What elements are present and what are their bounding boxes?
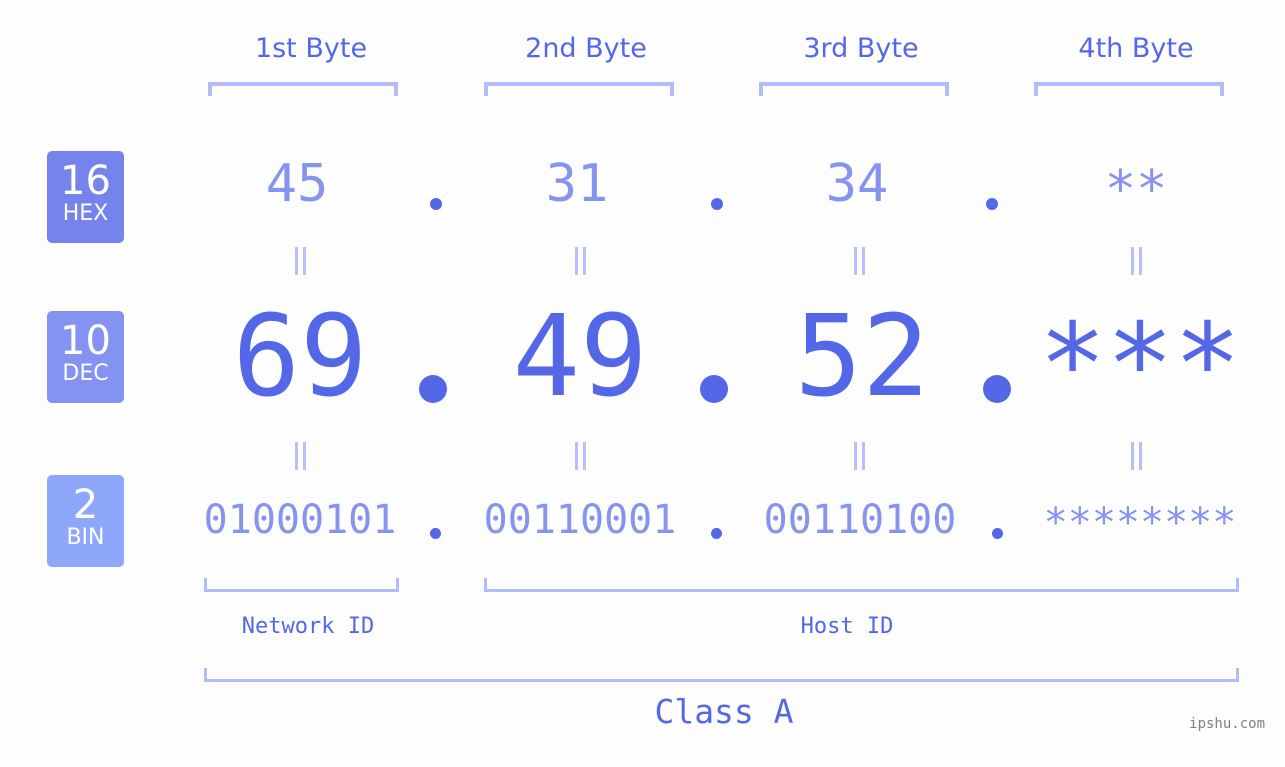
bracket-3rd-byte <box>759 82 949 96</box>
hex-badge-label: HEX <box>62 201 109 226</box>
header-2nd-byte: 2nd Byte <box>525 33 647 64</box>
host-id-bracket <box>484 578 1239 592</box>
equals-icon <box>852 442 866 470</box>
bin-byte-1: 01000101 <box>203 497 397 543</box>
bin-byte-3: 00110100 <box>763 497 957 543</box>
hex-byte-1: 45 <box>265 154 329 214</box>
header-3rd-byte: 3rd Byte <box>803 33 919 64</box>
hex-byte-3: 34 <box>825 154 889 214</box>
bin-dot-3 <box>992 528 1003 539</box>
hex-dot-1 <box>430 198 442 210</box>
equals-icon <box>573 247 587 275</box>
equals-icon <box>1129 442 1143 470</box>
bracket-2nd-byte <box>484 82 674 96</box>
header-1st-byte: 1st Byte <box>254 33 368 64</box>
bin-dot-2 <box>711 528 722 539</box>
dec-badge-label: DEC <box>62 361 109 386</box>
watermark: ipshu.com <box>1189 716 1265 732</box>
class-label: Class A <box>654 692 794 731</box>
hex-dot-3 <box>986 198 998 210</box>
bin-dot-1 <box>430 528 441 539</box>
equals-icon <box>293 247 307 275</box>
dec-byte-2: 49 <box>512 292 648 422</box>
class-bracket <box>204 668 1239 682</box>
dec-byte-4: *** <box>1038 300 1242 430</box>
hex-byte-4: ** <box>1104 160 1168 220</box>
dec-dot-1 <box>419 375 447 403</box>
header-4th-byte: 4th Byte <box>1078 33 1194 64</box>
bracket-1st-byte <box>208 82 398 96</box>
network-id-bracket <box>204 578 399 592</box>
hex-dot-2 <box>711 198 723 210</box>
dec-byte-3: 52 <box>794 292 930 422</box>
equals-icon <box>1129 247 1143 275</box>
bracket-4th-byte <box>1034 82 1224 96</box>
bin-badge: 2 BIN <box>47 475 124 567</box>
hex-badge-number: 16 <box>60 158 111 204</box>
equals-icon <box>852 247 866 275</box>
bin-badge-number: 2 <box>72 482 99 528</box>
dec-dot-3 <box>983 375 1011 403</box>
hex-badge: 16 HEX <box>47 151 124 243</box>
bin-badge-label: BIN <box>66 525 105 550</box>
hex-byte-2: 31 <box>545 154 609 214</box>
host-id-label: Host ID <box>800 614 894 639</box>
equals-icon <box>573 442 587 470</box>
bin-byte-4: ******** <box>1043 500 1237 546</box>
dec-badge-number: 10 <box>60 318 111 364</box>
network-id-label: Network ID <box>241 614 375 639</box>
bin-byte-2: 00110001 <box>483 497 677 543</box>
dec-dot-2 <box>700 375 728 403</box>
dec-badge: 10 DEC <box>47 311 124 403</box>
equals-icon <box>293 442 307 470</box>
dec-byte-1: 69 <box>232 292 368 422</box>
